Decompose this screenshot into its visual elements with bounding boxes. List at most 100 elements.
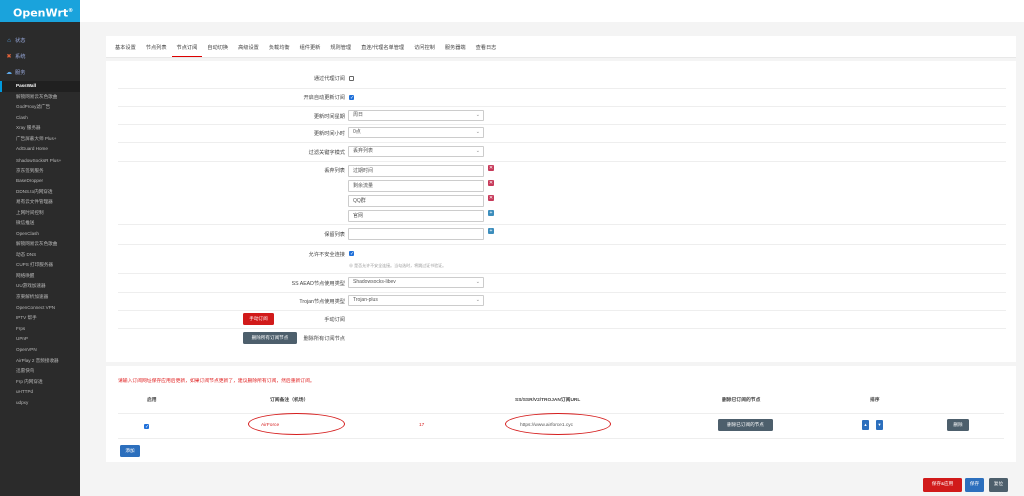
update-hour-select[interactable]: 0点 ⌄ [348,127,484,138]
sidebar-service-item[interactable]: ShadowSocksR Plus+ [0,155,80,166]
tab-2[interactable]: 节点订阅 [171,44,203,57]
sidebar-service-item[interactable]: DDNS.to内网穿透 [0,187,80,198]
tab-7[interactable]: 规则管理 [325,44,356,57]
sidebar-service-item[interactable]: BaseDropper [0,176,80,187]
tab-8[interactable]: 直连/代理名单管理 [356,44,409,57]
sidebar-service-item[interactable]: OpenVPN [0,345,80,356]
sidebar-service-item[interactable]: 解锁网易云灰色歌曲 [0,239,80,250]
add-icon[interactable]: + [488,228,494,234]
sidebar-item-services[interactable]: ☁ 服务 [0,65,80,81]
services-icon: ☁ [6,70,12,76]
discard-item-input[interactable]: 过期时间 [348,165,484,177]
sidebar-service-item[interactable]: UU游戏加速器 [0,281,80,292]
subscription-remark[interactable]: AirForce [261,423,279,428]
divider [118,244,1006,245]
reset-button[interactable]: 复位 [989,478,1008,492]
divider [118,106,1006,107]
tab-11[interactable]: 查看日志 [471,44,502,57]
filter-mode-select[interactable]: 丢弃列表 ⌄ [348,146,484,157]
services-submenu: PassWall 解锁网易云灰色歌曲 GodProxy滤广告 Clash Xray 服务… [0,81,80,408]
delete-all-subscribed-button[interactable]: 删除所有订阅节点 [243,332,297,344]
keep-item-input[interactable] [348,228,484,240]
tab-5[interactable]: 负载均衡 [264,44,295,57]
update-week-label: 更新时间星期 [313,114,345,120]
remove-icon[interactable]: ✕ [488,180,494,186]
save-button[interactable]: 保存 [965,478,984,492]
logo[interactable]: OpenWrt® [0,0,80,22]
sidebar-service-item[interactable]: AirPlay 2 音频接收器 [0,355,80,366]
via-proxy-label: 通过代理订阅 [313,76,345,82]
allow-insecure-hint: ⊕ 是否允许不安全连接。当勾选时，将跳过证书验证。 [349,263,447,268]
sidebar-service-item[interactable]: udpxy [0,398,80,409]
delete-subscribed-nodes-button[interactable]: 删除已订阅的节点 [718,419,773,431]
sidebar-service-item[interactable]: UPnP [0,334,80,345]
tab-1[interactable]: 节点列表 [141,44,172,57]
divider [118,273,1006,274]
sidebar-service-item[interactable]: PassWall [0,81,80,92]
discard-item-input[interactable]: QQ群 [348,195,484,207]
tab-4[interactable]: 高级设置 [233,44,264,57]
sidebar-item-status[interactable]: ⌂ 状态 [0,33,80,49]
sidebar-service-item[interactable]: 网络唤醒 [0,271,80,282]
sidebar-service-item[interactable]: 广告屏蔽大师 Plus+ [0,134,80,145]
auto-update-checkbox[interactable] [349,95,354,101]
discard-item-input[interactable]: 官网 [348,210,484,222]
sidebar-service-item[interactable]: Frp 内网穿透 [0,377,80,388]
subscription-settings-panel: 通过代理订阅 开启自动更新订阅 更新时间星期 周日⌄ 更新时间小时 0点⌄ 过滤… [106,61,1016,362]
sidebar-service-item[interactable]: Frps [0,324,80,335]
sidebar-item-system[interactable]: ✖ 系统 [0,49,80,65]
via-proxy-checkbox[interactable] [349,76,354,81]
sidebar-service-item[interactable]: 易有云文件管理器 [0,197,80,208]
tab-3[interactable]: 自动切换 [202,44,233,57]
keep-list-label: 保留列表 [324,232,345,238]
tab-0[interactable]: 基本设置 [110,44,141,57]
sidebar-service-item[interactable]: 迅雷快鸟 [0,366,80,377]
trojan-select[interactable]: Trojan-plus ⌄ [348,295,484,306]
sidebar-service-item[interactable]: AdGuard Home [0,144,80,155]
subscription-enable-checkbox[interactable] [144,424,149,430]
sidebar-service-item[interactable]: 动态 DNS [0,250,80,261]
divider [118,124,1006,125]
manual-subscribe-button[interactable]: 手动订阅 [243,313,274,325]
add-subscription-button[interactable]: 添加 [120,445,140,457]
filter-mode-label: 过滤关键字模式 [308,150,345,156]
allow-insecure-label: 允许不安全连接 [308,252,345,258]
ss-aead-label: SS AEAD节点使用类型 [291,281,345,287]
auto-update-label: 开启自动更新订阅 [303,95,345,101]
sidebar-service-item[interactable]: IPTV 帮手 [0,313,80,324]
ss-aead-select[interactable]: Shadowsocks-libev ⌄ [348,277,484,288]
sidebar-service-item[interactable]: Clash [0,113,80,124]
sidebar-item-label: 状态 [15,38,26,44]
subscription-url[interactable]: https://www.airforce1.cyc [520,423,573,428]
add-icon[interactable]: + [488,210,494,216]
remove-icon[interactable]: ✕ [488,165,494,171]
move-down-button[interactable]: ▼ [876,420,883,430]
col-delete-nodes: 删除已订阅的节点 [722,398,761,403]
divider [118,310,1006,311]
move-up-button[interactable]: ▲ [862,420,869,430]
delete-row-button[interactable]: 删除 [947,419,969,431]
sidebar-service-item[interactable]: 解锁网易云灰色歌曲 [0,92,80,103]
sidebar-service-item[interactable]: 京东签到服务 [0,166,80,177]
save-apply-button[interactable]: 保存&应用 [923,478,962,492]
divider [118,88,1006,89]
allow-insecure-checkbox[interactable] [349,251,354,257]
remove-icon[interactable]: ✕ [488,195,494,201]
sidebar-service-item[interactable]: Xray 服务器 [0,123,80,134]
update-week-select[interactable]: 周日 ⌄ [348,110,484,121]
sidebar-service-item[interactable]: 微信推送 [0,218,80,229]
sidebar-service-item[interactable]: 京東解析加速器 [0,292,80,303]
sidebar-service-item[interactable]: GodProxy滤广告 [0,102,80,113]
sidebar-service-item[interactable]: uHTTPd [0,387,80,398]
update-hour-label: 更新时间小时 [313,131,345,137]
tab-6[interactable]: 组件更新 [295,44,326,57]
sidebar-service-item[interactable]: OpenConnect VPN [0,302,80,313]
discard-item-input[interactable]: 剩余流量 [348,180,484,192]
tab-10[interactable]: 服务器端 [440,44,471,57]
subscription-node-count: 17 [419,423,425,428]
sidebar-service-item[interactable]: OpenClash [0,229,80,240]
sidebar-item-label: 系统 [15,54,26,60]
sidebar-service-item[interactable]: CUPS 打印服务器 [0,260,80,271]
sidebar-service-item[interactable]: 上网时间控制 [0,208,80,219]
tab-9[interactable]: 访问控制 [409,44,440,57]
